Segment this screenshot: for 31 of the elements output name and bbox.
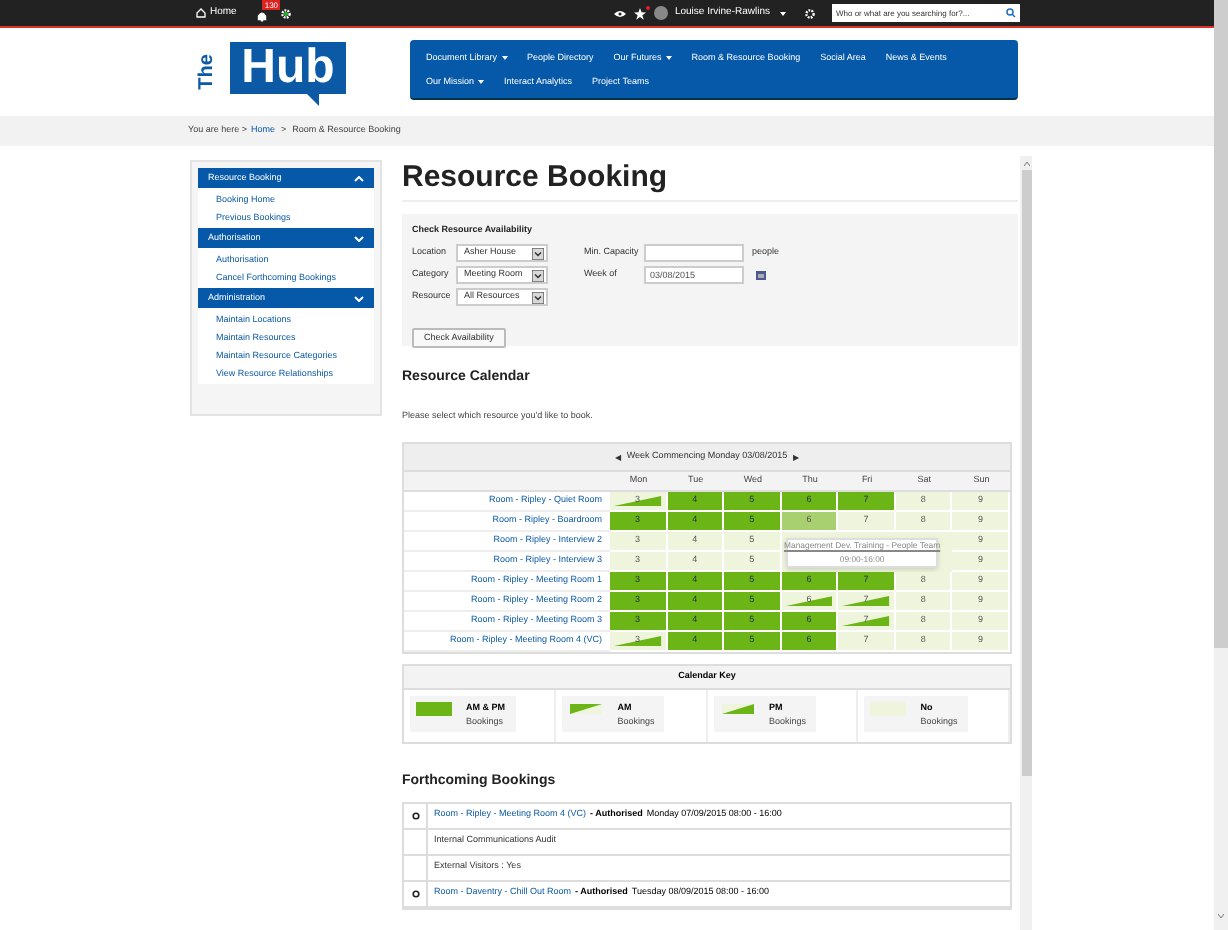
calendar-icon[interactable]	[756, 270, 766, 281]
booking-triangle-icon	[614, 636, 662, 647]
caret-icon[interactable]	[780, 11, 786, 15]
capacity-field[interactable]	[644, 244, 744, 263]
booking-triangle-icon	[785, 596, 833, 607]
user-avatar[interactable]	[654, 6, 669, 20]
home-icon	[196, 8, 206, 18]
page-scrollbar[interactable]	[1214, 0, 1228, 930]
settings-icon[interactable]	[804, 7, 816, 19]
scroll-down-icon[interactable]	[1218, 914, 1224, 918]
chevron-down-icon[interactable]	[354, 295, 364, 301]
booking-triangle-icon	[842, 616, 890, 627]
eye-icon[interactable]	[614, 9, 627, 17]
scroll-up-icon[interactable]	[1023, 162, 1029, 166]
scrollbar-thumb[interactable]	[1021, 170, 1031, 776]
scrollbar[interactable]	[1020, 156, 1032, 930]
star-icon[interactable]	[634, 7, 647, 19]
bell-icon[interactable]	[256, 9, 269, 21]
dropdown-arrow-icon[interactable]	[532, 291, 544, 304]
settings-icon[interactable]	[280, 7, 293, 19]
chevron-down-icon[interactable]	[354, 235, 364, 241]
radio-icon[interactable]	[411, 811, 419, 820]
dropdown-arrow-icon[interactable]	[532, 247, 544, 260]
booking-triangle-icon	[842, 596, 890, 607]
scrollbar-thumb[interactable]	[1214, 0, 1228, 648]
dropdown-arrow-icon[interactable]	[532, 269, 544, 282]
booking-triangle-icon	[614, 496, 662, 507]
radio-icon[interactable]	[411, 889, 419, 898]
chevron-up-icon[interactable]	[354, 175, 364, 181]
search-icon[interactable]	[1006, 8, 1016, 18]
page-title: Resource Booking	[402, 160, 1018, 202]
